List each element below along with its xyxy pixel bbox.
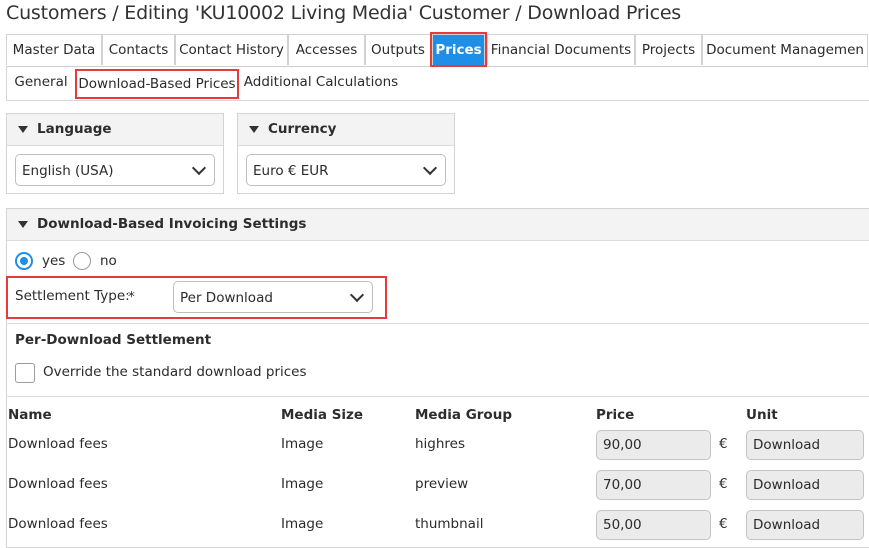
currency-panel-header[interactable]: Currency: [238, 114, 454, 146]
chevron-down-icon: [422, 160, 438, 176]
row1-unit[interactable]: Download: [746, 430, 864, 460]
language-panel: Language English (USA): [6, 113, 224, 194]
row3-currency: €: [719, 516, 728, 532]
divider: [6, 396, 869, 397]
main-tabs: Master Data Contacts Contact History Acc…: [6, 32, 868, 67]
settlement-label: Settlement Type:: [15, 288, 130, 304]
currency-select[interactable]: Euro € EUR: [246, 154, 446, 186]
radio-yes-label: yes: [42, 253, 66, 269]
col-unit: Unit: [746, 407, 778, 423]
tab-projects[interactable]: Projects: [635, 34, 702, 65]
override-checkbox[interactable]: [15, 363, 35, 383]
settlement-type-select[interactable]: Per Download: [173, 281, 373, 313]
caret-down-icon: [249, 126, 259, 133]
row1-group: highres: [415, 436, 466, 452]
row3-group: thumbnail: [415, 516, 484, 532]
row2-currency: €: [719, 476, 728, 492]
row1-name: Download fees: [8, 436, 108, 452]
tab-document-management[interactable]: Document Managemen: [702, 34, 868, 65]
tab-outputs[interactable]: Outputs: [365, 34, 431, 65]
tab-financial-documents[interactable]: Financial Documents: [487, 34, 635, 65]
per-download-heading: Per-Download Settlement: [15, 332, 212, 348]
invoicing-panel-header[interactable]: Download-Based Invoicing Settings: [7, 209, 869, 241]
language-select[interactable]: English (USA): [15, 154, 215, 186]
row3-price[interactable]: 50,00: [596, 510, 711, 540]
row1-size: Image: [281, 436, 324, 452]
language-title: Language: [37, 121, 112, 137]
tab-contact-history[interactable]: Contact History: [175, 34, 288, 65]
tab-accesses[interactable]: Accesses: [288, 34, 365, 65]
override-label: Override the standard download prices: [43, 364, 307, 380]
row2-size: Image: [281, 476, 324, 492]
language-panel-header[interactable]: Language: [7, 114, 223, 146]
row2-unit[interactable]: Download: [746, 470, 864, 500]
row2-price[interactable]: 70,00: [596, 470, 711, 500]
row1-price[interactable]: 90,00: [596, 430, 711, 460]
col-price: Price: [596, 407, 635, 423]
tab-contacts[interactable]: Contacts: [102, 34, 175, 65]
row2-name: Download fees: [8, 476, 108, 492]
caret-down-icon: [18, 221, 28, 228]
tab-master-data[interactable]: Master Data: [6, 34, 102, 65]
currency-title: Currency: [268, 121, 337, 137]
col-name: Name: [8, 407, 52, 423]
language-value: English (USA): [22, 163, 114, 179]
radio-yes[interactable]: [15, 252, 33, 270]
divider: [6, 323, 869, 324]
required-mark: *: [128, 289, 135, 305]
currency-panel: Currency Euro € EUR: [237, 113, 455, 194]
radio-no[interactable]: [73, 252, 91, 270]
col-media-group: Media Group: [415, 407, 512, 423]
subtab-download-based-prices[interactable]: Download-Based Prices: [75, 69, 239, 99]
col-media-size: Media Size: [281, 407, 364, 423]
currency-value: Euro € EUR: [253, 163, 329, 179]
invoicing-title: Download-Based Invoicing Settings: [37, 216, 307, 232]
caret-down-icon: [18, 126, 28, 133]
radio-no-label: no: [100, 253, 117, 269]
tab-prices[interactable]: Prices: [430, 32, 487, 67]
row3-name: Download fees: [8, 516, 108, 532]
row2-group: preview: [415, 476, 469, 492]
chevron-down-icon: [191, 160, 207, 176]
sub-tabs: General Download-Based Prices Additional…: [6, 66, 869, 101]
row1-currency: €: [719, 436, 728, 452]
page-title: Customers / Editing 'KU10002 Living Medi…: [6, 2, 682, 24]
settlement-value: Per Download: [180, 290, 273, 306]
subtab-additional-calculations[interactable]: Additional Calculations: [243, 66, 399, 98]
subtab-general[interactable]: General: [9, 66, 73, 98]
row3-size: Image: [281, 516, 324, 532]
chevron-down-icon: [349, 287, 365, 303]
row3-unit[interactable]: Download: [746, 510, 864, 540]
